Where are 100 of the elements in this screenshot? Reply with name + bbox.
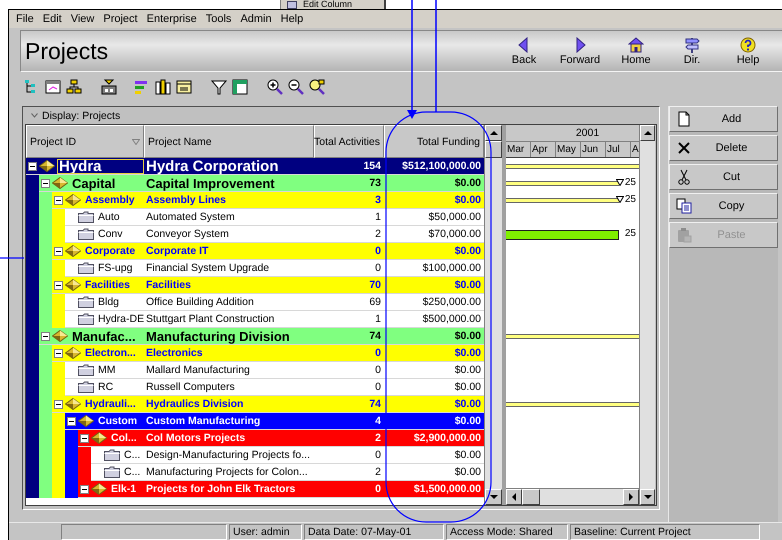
project-row[interactable]: C... Manufacturing Projects for Colon... 2 $0.00 <box>91 464 484 481</box>
layout-icon[interactable] <box>232 79 248 95</box>
milestone-icon <box>616 196 624 203</box>
scroll-up-button[interactable] <box>485 125 502 141</box>
project-row[interactable]: RC Russell Computers 0 $0.00 <box>65 379 484 396</box>
group-row[interactable]: Col... Col Motors Projects 2 $2,900,000.00 <box>78 430 484 447</box>
group-row[interactable]: Manufac... Manufacturing Division 74 $0.00 <box>39 328 484 345</box>
minus-box-icon[interactable] <box>41 332 50 340</box>
project-row[interactable]: MM Mallard Manufacturing 0 $0.00 <box>65 362 484 379</box>
activity-count: 0 <box>374 262 382 274</box>
column-header[interactable]: Total Activities <box>314 125 384 158</box>
group-row[interactable]: Facilities Facilities 70 $0.00 <box>52 277 484 294</box>
minus-box-icon[interactable] <box>54 400 63 408</box>
nav-button[interactable]: Forward <box>552 36 608 66</box>
menu-item[interactable]: View <box>66 13 98 25</box>
project-row[interactable]: C... Design-Manufacturing Projects fo... 0 $0.00 <box>91 447 484 464</box>
group-row[interactable]: Hydrauli... Hydraulics Division 74 $0.00 <box>52 396 484 413</box>
menu-item[interactable]: Edit Column <box>303 0 352 9</box>
filter-icon[interactable] <box>211 79 227 95</box>
action-button[interactable]: Delete <box>669 135 778 161</box>
project-row[interactable]: Conv Conveyor System 2 $70,000.00 <box>65 226 484 243</box>
activity-count: 0 <box>374 483 382 495</box>
nav-label: Back <box>512 54 536 66</box>
minus-box-icon[interactable] <box>80 434 89 442</box>
nav-button[interactable]: Dir. <box>664 36 720 66</box>
clipboard-icon <box>676 227 692 243</box>
menu-item[interactable]: Edit <box>38 13 66 25</box>
funding-amount: $500,000.00 <box>422 313 482 325</box>
menu-item[interactable]: Help <box>276 13 308 25</box>
project-row[interactable]: Auto Automated System 1 $50,000.00 <box>65 209 484 226</box>
group-row[interactable]: Custom Custom Manufacturing 4 $0.00 <box>65 413 484 430</box>
project-id: Bldg <box>97 294 120 310</box>
diamond-icon <box>91 483 107 495</box>
minus-box-icon[interactable] <box>67 416 76 426</box>
signpost-icon <box>684 36 700 52</box>
scroll-right-button[interactable] <box>623 489 639 505</box>
column-header[interactable]: Total Funding <box>384 125 484 158</box>
action-button[interactable]: Add <box>669 106 778 132</box>
project-name: Conveyor System <box>145 228 230 240</box>
scroll-thumb[interactable] <box>522 489 540 505</box>
nav-label: Forward <box>560 54 600 66</box>
activity-count: 4 <box>374 415 382 427</box>
funding-amount: $250,000.00 <box>422 296 482 308</box>
group-row[interactable]: Elk-1 Projects for John Elk Tractors 0 $1,500,000.00 <box>78 481 484 498</box>
columns-icon[interactable] <box>155 79 171 95</box>
scroll-up-button[interactable] <box>640 125 655 141</box>
menu-item[interactable]: Project <box>99 13 142 25</box>
column-header[interactable]: Project ID <box>26 125 144 158</box>
column-header[interactable]: Project Name <box>144 125 314 158</box>
group-row[interactable]: Electron... Electronics 0 $0.00 <box>52 345 484 362</box>
minus-box-icon[interactable] <box>54 246 63 256</box>
nav-button[interactable]: Help <box>720 36 776 66</box>
scroll-down-button[interactable] <box>485 489 502 505</box>
scroll-down-button[interactable] <box>640 489 655 505</box>
bar-list-icon[interactable] <box>134 79 150 95</box>
project-row[interactable]: Bldg Office Building Addition 69 $250,000.00 <box>65 294 484 311</box>
minus-box-icon[interactable] <box>41 178 50 188</box>
project-row[interactable]: FS-upg Financial System Upgrade 0 $100,000.00 <box>65 260 484 277</box>
activity-count: 0 <box>374 449 382 461</box>
scroll-left-button[interactable] <box>506 489 522 505</box>
group-row[interactable]: Hydra Hydra Corporation 154 $512,100,000.00 <box>26 158 484 175</box>
scroll-thumb[interactable] <box>485 141 502 158</box>
project-name: Stuttgart Plant Construction <box>145 313 276 325</box>
month-label: Apr <box>531 142 556 157</box>
group-row[interactable]: Corporate Corporate IT 0 $0.00 <box>52 243 484 260</box>
display-label[interactable]: Display: Projects <box>42 110 120 122</box>
zoom-in-icon[interactable] <box>267 79 283 95</box>
minus-box-icon[interactable] <box>54 280 63 290</box>
group-row[interactable]: Capital Capital Improvement 73 $0.00 <box>39 175 484 192</box>
group-row[interactable]: Assembly Assembly Lines 3 $0.00 <box>52 192 484 209</box>
page-icon <box>676 111 692 127</box>
org-chart-icon[interactable] <box>66 79 82 95</box>
menu-item[interactable]: Enterprise <box>142 13 201 25</box>
folder-icon <box>104 449 120 461</box>
zoom-fit-icon[interactable] <box>309 79 325 95</box>
nav-button[interactable]: Back <box>496 36 552 66</box>
tray-icon[interactable] <box>101 79 117 95</box>
action-button[interactable]: Cut <box>669 164 778 190</box>
nav-button[interactable]: Home <box>608 36 664 66</box>
funding-amount: $0.00 <box>454 466 482 478</box>
activity-count: 2 <box>374 432 382 444</box>
zoom-out-icon[interactable] <box>288 79 304 95</box>
table-icon[interactable] <box>176 79 192 95</box>
funding-amount: $0.00 <box>454 449 482 461</box>
activity-count: 0 <box>374 347 382 359</box>
folder-icon <box>78 364 94 376</box>
minus-box-icon[interactable] <box>28 162 37 170</box>
diamond-icon <box>39 160 55 172</box>
menu-item[interactable]: Tools <box>202 13 236 25</box>
action-button[interactable]: Copy <box>669 193 778 219</box>
minus-box-icon[interactable] <box>54 196 63 204</box>
activity-count: 1 <box>374 211 382 223</box>
activity-count: 73 <box>368 177 382 189</box>
folder-icon <box>78 228 94 240</box>
menu-item[interactable]: Admin <box>236 13 276 25</box>
menu-item[interactable]: File <box>12 13 38 25</box>
project-row[interactable]: Hydra-DE Stuttgart Plant Construction 1 $500,000.00 <box>65 311 484 328</box>
minus-box-icon[interactable] <box>54 348 63 358</box>
window-icon[interactable] <box>45 79 61 95</box>
minus-box-icon[interactable] <box>80 484 89 494</box>
